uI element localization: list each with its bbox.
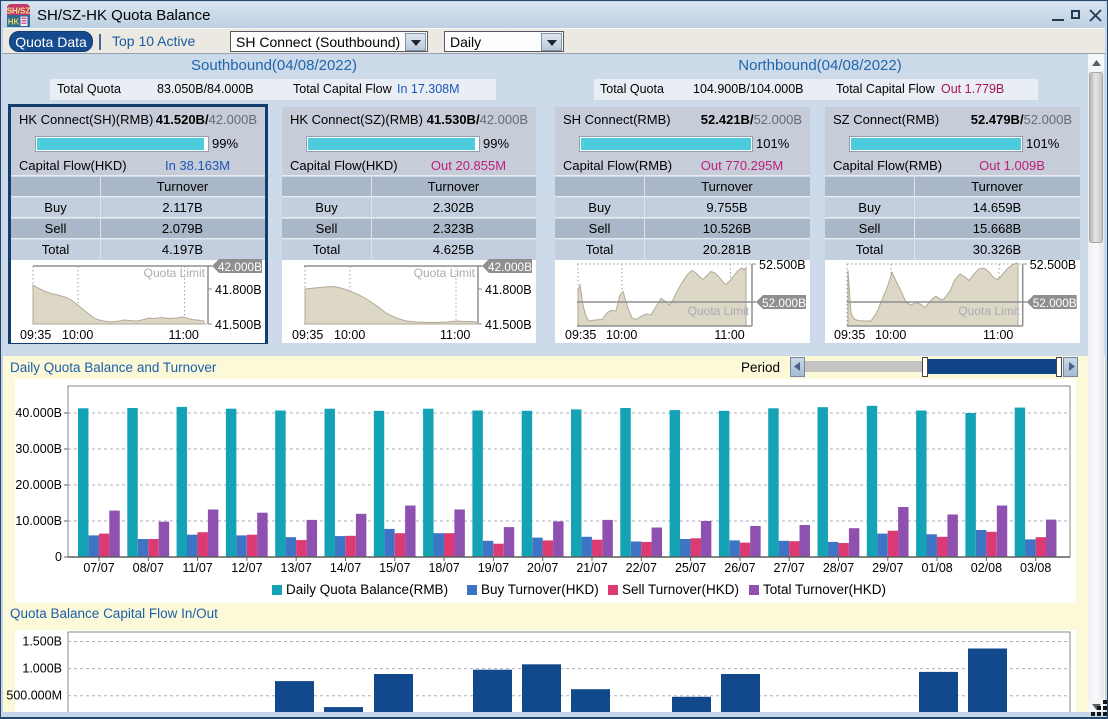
svg-text:14/07: 14/07 bbox=[330, 561, 361, 575]
svg-text:10:00: 10:00 bbox=[875, 328, 906, 342]
svg-text:03/08: 03/08 bbox=[1020, 561, 1051, 575]
svg-text:19/07: 19/07 bbox=[478, 561, 509, 575]
svg-text:41.800B: 41.800B bbox=[485, 283, 532, 297]
svg-text:1.500B: 1.500B bbox=[22, 635, 62, 649]
svg-text:27/07: 27/07 bbox=[774, 561, 805, 575]
svg-text:29/07: 29/07 bbox=[872, 561, 903, 575]
svg-text:52.000B: 52.000B bbox=[762, 296, 806, 310]
svg-text:09:35: 09:35 bbox=[565, 328, 596, 342]
svg-text:26/07: 26/07 bbox=[724, 561, 755, 575]
svg-text:Quota Limit: Quota Limit bbox=[688, 304, 750, 318]
svg-text:21/07: 21/07 bbox=[576, 561, 607, 575]
svg-text:09:35: 09:35 bbox=[292, 328, 323, 342]
svg-text:07/07: 07/07 bbox=[83, 561, 114, 575]
svg-text:Quota Limit: Quota Limit bbox=[414, 266, 476, 280]
svg-text:41.800B: 41.800B bbox=[215, 283, 262, 297]
svg-text:10:00: 10:00 bbox=[606, 328, 637, 342]
svg-text:Daily Quota Balance(RMB): Daily Quota Balance(RMB) bbox=[286, 582, 448, 597]
svg-text:10:00: 10:00 bbox=[62, 328, 93, 342]
svg-text:18/07: 18/07 bbox=[428, 561, 459, 575]
svg-text:Buy Turnover(HKD): Buy Turnover(HKD) bbox=[481, 582, 599, 597]
svg-text:Sell Turnover(HKD): Sell Turnover(HKD) bbox=[622, 582, 739, 597]
svg-text:09:35: 09:35 bbox=[834, 328, 865, 342]
svg-text:11:00: 11:00 bbox=[714, 328, 744, 342]
svg-text:0: 0 bbox=[55, 550, 62, 564]
svg-text:22/07: 22/07 bbox=[626, 561, 657, 575]
svg-text:28/07: 28/07 bbox=[823, 561, 854, 575]
svg-text:20/07: 20/07 bbox=[527, 561, 558, 575]
svg-text:500.000M: 500.000M bbox=[6, 689, 62, 703]
svg-text:01/08: 01/08 bbox=[921, 561, 952, 575]
svg-text:02/08: 02/08 bbox=[971, 561, 1002, 575]
svg-text:12/07: 12/07 bbox=[231, 561, 262, 575]
svg-text:09:35: 09:35 bbox=[20, 328, 51, 342]
svg-text:1.000B: 1.000B bbox=[22, 662, 62, 676]
svg-text:HK: HK bbox=[8, 18, 20, 27]
svg-text:11:00: 11:00 bbox=[983, 328, 1013, 342]
svg-text:13/07: 13/07 bbox=[281, 561, 312, 575]
svg-text:Quota Limit: Quota Limit bbox=[958, 304, 1020, 318]
svg-text:11:00: 11:00 bbox=[440, 328, 470, 342]
svg-text:41.500B: 41.500B bbox=[485, 318, 532, 332]
svg-text:52.500B: 52.500B bbox=[1030, 258, 1077, 272]
svg-text:15/07: 15/07 bbox=[379, 561, 410, 575]
svg-text:52.000B: 52.000B bbox=[1033, 296, 1077, 310]
svg-text:41.500B: 41.500B bbox=[215, 318, 262, 332]
svg-text:42.000B: 42.000B bbox=[488, 260, 532, 274]
svg-text:Total Turnover(HKD): Total Turnover(HKD) bbox=[763, 582, 886, 597]
svg-text:08/07: 08/07 bbox=[133, 561, 164, 575]
svg-text:20.000B: 20.000B bbox=[15, 478, 62, 492]
svg-text:11/07: 11/07 bbox=[182, 561, 212, 575]
svg-text:SH/SZ: SH/SZ bbox=[7, 7, 30, 16]
svg-text:25/07: 25/07 bbox=[675, 561, 706, 575]
svg-text:11:00: 11:00 bbox=[169, 328, 199, 342]
svg-text:40.000B: 40.000B bbox=[15, 406, 62, 420]
svg-text:52.500B: 52.500B bbox=[759, 258, 806, 272]
svg-text:10.000B: 10.000B bbox=[15, 514, 62, 528]
svg-text:30.000B: 30.000B bbox=[15, 442, 62, 456]
svg-text:42.000B: 42.000B bbox=[218, 260, 262, 274]
svg-text:10:00: 10:00 bbox=[334, 328, 365, 342]
svg-text:Quota Limit: Quota Limit bbox=[144, 266, 206, 280]
